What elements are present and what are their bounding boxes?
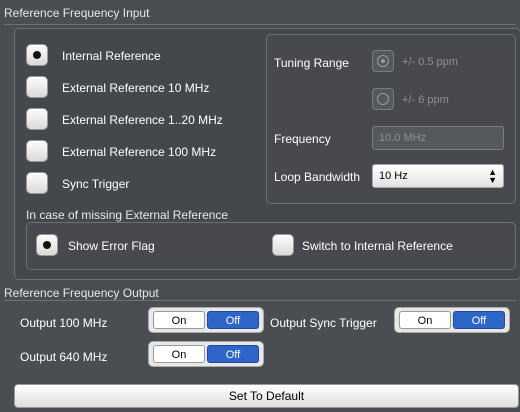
radio-sync-trigger[interactable]: [26, 172, 48, 194]
output-640mhz-off[interactable]: Off: [207, 345, 259, 363]
tuning-0-5ppm-label: +/- 0.5 ppm: [402, 56, 458, 68]
output-section-title: Reference Frequency Output: [4, 286, 159, 300]
radio-switch-internal[interactable]: [272, 234, 294, 256]
output-100mhz-on[interactable]: On: [153, 311, 205, 329]
output-640mhz-label: Output 640 MHz: [20, 350, 108, 364]
output-640mhz-toggle[interactable]: On Off: [148, 341, 264, 367]
frequency-label: Frequency: [274, 132, 331, 146]
missing-ref-title: In case of missing External Reference: [26, 208, 229, 222]
set-to-default-button[interactable]: Set To Default: [14, 384, 519, 408]
internal-reference-label: Internal Reference: [62, 49, 161, 63]
show-error-flag-label: Show Error Flag: [68, 239, 155, 253]
radio-external-10mhz[interactable]: [26, 76, 48, 98]
radio-show-error-flag[interactable]: [36, 234, 58, 256]
loop-bandwidth-label: Loop Bandwidth: [274, 170, 361, 184]
external-100mhz-label: External Reference 100 MHz: [62, 145, 217, 159]
frequency-field[interactable]: 10.0 MHz: [372, 126, 504, 150]
switch-internal-label: Switch to Internal Reference: [302, 239, 453, 253]
output-sync-trigger-toggle[interactable]: On Off: [394, 307, 510, 333]
output-sync-trigger-label: Output Sync Trigger: [270, 316, 377, 330]
radio-external-1-20mhz[interactable]: [26, 108, 48, 130]
radio-tuning-0-5ppm[interactable]: [372, 50, 394, 72]
input-section-divider: [4, 24, 516, 25]
radio-internal-reference[interactable]: [26, 44, 48, 66]
tuning-6ppm-label: +/- 6 ppm: [402, 94, 449, 106]
loop-bandwidth-value: 10 Hz: [379, 170, 408, 182]
output-section-divider: [4, 300, 516, 301]
radio-tuning-6ppm[interactable]: [372, 88, 394, 110]
external-1-20mhz-label: External Reference 1..20 MHz: [62, 113, 223, 127]
sync-trigger-label: Sync Trigger: [62, 177, 130, 191]
output-100mhz-toggle[interactable]: On Off: [148, 307, 264, 333]
loop-bandwidth-select[interactable]: 10 Hz ▲ ▼: [372, 164, 504, 188]
select-arrows-icon: ▲ ▼: [488, 167, 497, 185]
output-640mhz-on[interactable]: On: [153, 345, 205, 363]
external-10mhz-label: External Reference 10 MHz: [62, 81, 210, 95]
output-100mhz-label: Output 100 MHz: [20, 316, 108, 330]
tuning-range-label: Tuning Range: [274, 56, 349, 70]
output-sync-trigger-on[interactable]: On: [399, 311, 451, 329]
radio-external-100mhz[interactable]: [26, 140, 48, 162]
input-section-title: Reference Frequency Input: [4, 6, 150, 20]
output-sync-trigger-off[interactable]: Off: [453, 311, 505, 329]
output-100mhz-off[interactable]: Off: [207, 311, 259, 329]
